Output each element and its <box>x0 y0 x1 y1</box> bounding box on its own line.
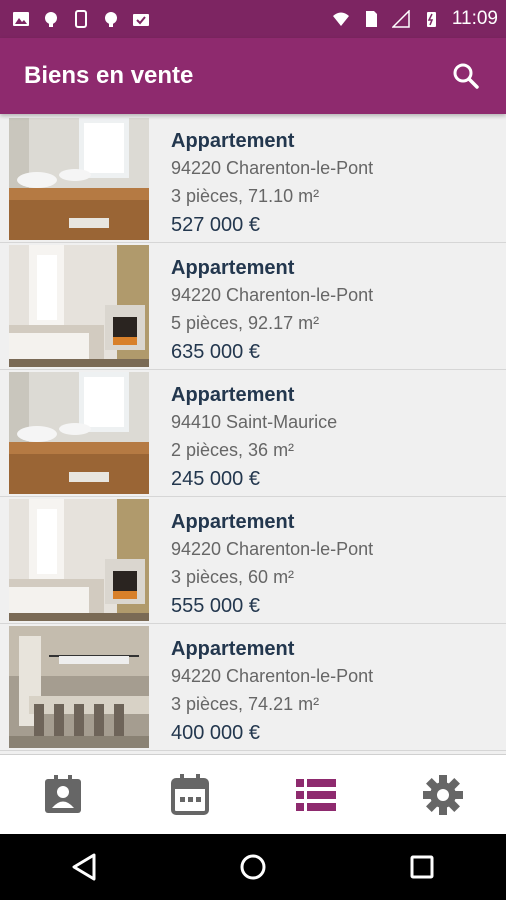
property-type: Appartement <box>171 638 295 660</box>
search-icon <box>453 63 479 89</box>
list-icon <box>296 778 337 811</box>
bottom-navigation <box>0 754 506 834</box>
property-location: 94220 Charenton-le-Pont <box>171 666 374 686</box>
property-price: 527 000 € <box>171 214 260 236</box>
property-details: 3 pièces, 74.21 m² <box>171 694 320 714</box>
property-location: 94220 Charenton-le-Pont <box>171 539 374 559</box>
nav-listings[interactable] <box>253 755 380 834</box>
property-location: 94220 Charenton-le-Pont <box>171 285 374 305</box>
home-button[interactable] <box>223 837 283 897</box>
calendar-icon <box>170 773 209 815</box>
listing-photo <box>9 626 149 748</box>
sim-icon <box>365 11 377 27</box>
back-triangle-icon <box>72 853 96 881</box>
property-type: Appartement <box>171 130 295 152</box>
property-price: 635 000 € <box>171 341 260 363</box>
contacts-icon <box>45 774 82 813</box>
briefcase-check-icon <box>133 14 149 26</box>
list-item[interactable]: Appartement 94220 Charenton-le-Pont 3 pi… <box>0 497 506 624</box>
listing-photo <box>9 245 149 367</box>
listing-photo <box>9 118 149 240</box>
nav-settings[interactable] <box>380 755 506 834</box>
android-icon <box>105 12 117 27</box>
listing-photo <box>9 499 149 621</box>
back-button[interactable] <box>54 837 114 897</box>
list-item[interactable]: Appartement 94220 Charenton-le-Pont 3 pi… <box>0 116 506 243</box>
list-item[interactable]: Appartement 94410 Saint-Maurice 2 pièces… <box>0 370 506 497</box>
signal-icon <box>391 10 410 28</box>
android-icon <box>45 12 57 27</box>
app-bar: Biens en vente <box>0 38 506 114</box>
search-button[interactable] <box>446 56 486 96</box>
image-icon <box>13 12 29 26</box>
phone-icon <box>75 10 87 28</box>
property-details: 3 pièces, 60 m² <box>171 567 295 587</box>
nav-contacts[interactable] <box>0 755 127 834</box>
property-price: 400 000 € <box>171 722 260 744</box>
property-location: 94410 Saint-Maurice <box>171 412 338 432</box>
recents-square-icon <box>410 855 434 879</box>
property-location: 94220 Charenton-le-Pont <box>171 158 374 178</box>
property-details: 3 pièces, 71.10 m² <box>171 186 320 206</box>
list-item[interactable]: Appartement 94220 Charenton-le-Pont 3 pi… <box>0 624 506 751</box>
property-price: 555 000 € <box>171 595 260 617</box>
recents-button[interactable] <box>392 837 452 897</box>
wifi-icon <box>332 12 349 26</box>
property-price: 245 000 € <box>171 468 260 490</box>
status-bar: 11:09 <box>0 0 506 38</box>
property-type: Appartement <box>171 257 295 279</box>
property-details: 2 pièces, 36 m² <box>171 440 295 460</box>
page-title: Biens en vente <box>24 62 194 89</box>
property-type: Appartement <box>171 511 295 533</box>
nav-calendar[interactable] <box>127 755 254 834</box>
home-circle-icon <box>240 854 266 880</box>
property-type: Appartement <box>171 384 295 406</box>
clock: 11:09 <box>451 8 498 29</box>
gear-icon <box>422 774 463 815</box>
property-details: 5 pièces, 92.17 m² <box>171 313 320 333</box>
listing-photo <box>9 372 149 494</box>
listing-list[interactable]: Appartement 94220 Charenton-le-Pont 3 pi… <box>0 116 506 754</box>
system-navigation-bar <box>0 834 506 900</box>
list-item[interactable]: Appartement 94220 Charenton-le-Pont 5 pi… <box>0 243 506 370</box>
battery-charging-icon <box>426 12 436 27</box>
